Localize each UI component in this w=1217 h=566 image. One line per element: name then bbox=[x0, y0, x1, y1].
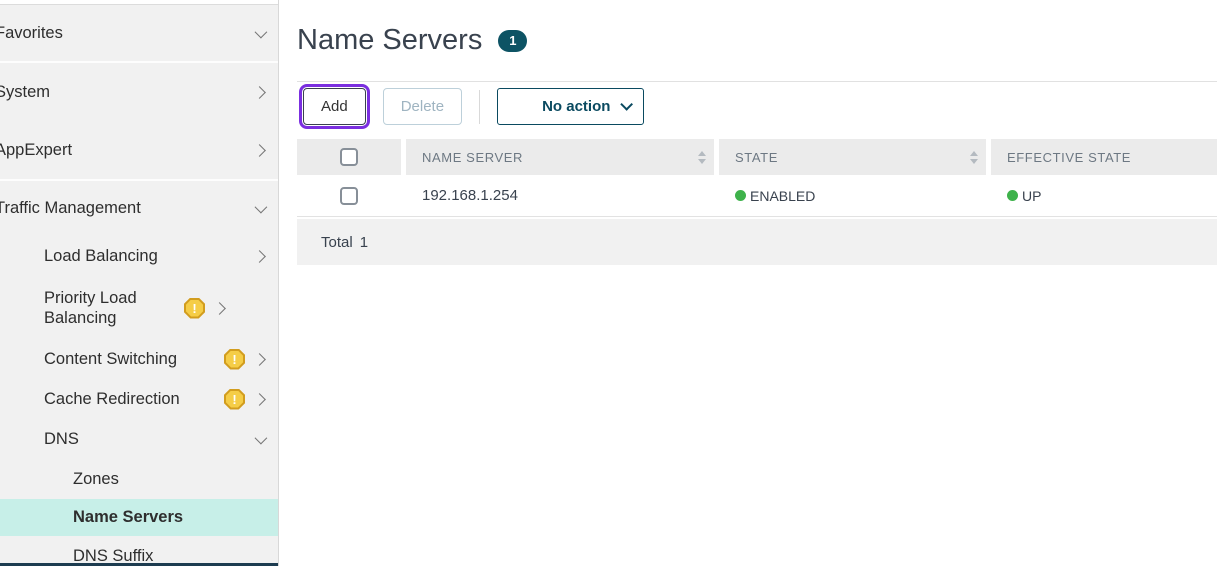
sidebar-item-content-switching[interactable]: Content Switching ! bbox=[0, 339, 278, 379]
total-label: Total bbox=[321, 234, 353, 251]
sidebar-item-label: Zones bbox=[73, 470, 264, 489]
sidebar-navigation: Favorites System AppExpert Traffic Manag… bbox=[0, 0, 279, 566]
sidebar-item-label: DNS bbox=[44, 430, 245, 449]
sidebar-item-dns[interactable]: DNS bbox=[0, 419, 278, 459]
sidebar-item-label: System bbox=[0, 83, 245, 102]
no-action-label: No action bbox=[542, 98, 610, 115]
sidebar-item-traffic-management[interactable]: Traffic Management bbox=[0, 181, 278, 235]
sidebar-item-label: AppExpert bbox=[0, 141, 245, 160]
toolbar-divider bbox=[479, 90, 480, 124]
delete-button[interactable]: Delete bbox=[383, 88, 462, 125]
select-all-header-cell bbox=[297, 139, 401, 175]
column-header-label: NAME SERVER bbox=[422, 150, 523, 165]
column-header-label: EFFECTIVE STATE bbox=[1007, 150, 1131, 165]
sidebar-item-cache-redirection[interactable]: Cache Redirection ! bbox=[0, 379, 278, 419]
sidebar-item-appexpert[interactable]: AppExpert bbox=[0, 121, 278, 179]
sort-icon[interactable] bbox=[698, 151, 706, 164]
warning-icon: ! bbox=[224, 389, 245, 410]
add-button[interactable]: Add bbox=[303, 88, 366, 125]
select-all-checkbox[interactable] bbox=[340, 148, 358, 166]
no-action-dropdown[interactable]: No action bbox=[497, 88, 644, 125]
sidebar-item-dns-suffix[interactable]: DNS Suffix bbox=[0, 536, 278, 566]
sidebar-item-system[interactable]: System bbox=[0, 63, 278, 121]
row-select-cell bbox=[297, 175, 401, 216]
chevron-down-icon bbox=[255, 200, 268, 213]
sidebar-item-load-balancing[interactable]: Load Balancing bbox=[0, 235, 278, 277]
chevron-down-icon bbox=[255, 25, 268, 38]
sort-icon[interactable] bbox=[970, 151, 978, 164]
chevron-right-icon bbox=[253, 353, 266, 366]
name-servers-table: NAME SERVER STATE EFFECTIVE STATE 192.16… bbox=[297, 139, 1217, 265]
column-header-state[interactable]: STATE bbox=[719, 139, 986, 175]
page-header: Name Servers 1 bbox=[297, 24, 527, 57]
table-footer: Total 1 bbox=[297, 219, 1217, 265]
table-row[interactable]: 192.168.1.254 ENABLED UP bbox=[297, 175, 1217, 217]
sidebar-item-favorites[interactable]: Favorites bbox=[0, 5, 278, 61]
chevron-right-icon bbox=[213, 302, 226, 315]
toolbar: Add Delete No action bbox=[297, 88, 644, 125]
count-badge: 1 bbox=[498, 30, 527, 52]
total-value: 1 bbox=[360, 234, 368, 251]
sidebar-item-priority-load-balancing[interactable]: Priority Load Balancing ! bbox=[0, 277, 278, 339]
table-header-row: NAME SERVER STATE EFFECTIVE STATE bbox=[297, 139, 1217, 175]
warning-icon: ! bbox=[224, 349, 245, 370]
sidebar-item-label: Name Servers bbox=[73, 508, 264, 527]
sidebar-item-label: Load Balancing bbox=[44, 247, 245, 266]
chevron-right-icon bbox=[253, 393, 266, 406]
sidebar-item-label: Cache Redirection bbox=[44, 390, 216, 409]
header-divider bbox=[297, 81, 1217, 82]
column-header-name-server[interactable]: NAME SERVER bbox=[406, 139, 714, 175]
chevron-right-icon bbox=[253, 250, 266, 263]
chevron-right-icon bbox=[253, 86, 266, 99]
sidebar-item-label: Content Switching bbox=[44, 350, 216, 369]
effective-state-value: UP bbox=[1022, 188, 1041, 204]
sidebar-item-zones[interactable]: Zones bbox=[0, 459, 278, 499]
chevron-down-icon bbox=[621, 98, 634, 111]
effective-state-cell: UP bbox=[991, 175, 1217, 216]
state-value: ENABLED bbox=[750, 188, 815, 204]
warning-icon: ! bbox=[184, 298, 205, 319]
main-content: Name Servers 1 Add Delete No action NAME… bbox=[279, 0, 1217, 566]
chevron-right-icon bbox=[253, 144, 266, 157]
sidebar-item-label: Traffic Management bbox=[0, 199, 245, 218]
sidebar-item-label: Favorites bbox=[0, 24, 245, 43]
state-cell: ENABLED bbox=[719, 175, 986, 216]
page-title: Name Servers bbox=[297, 24, 482, 57]
column-header-label: STATE bbox=[735, 150, 778, 165]
status-dot-green bbox=[735, 190, 746, 201]
name-server-cell: 192.168.1.254 bbox=[406, 175, 714, 216]
status-dot-green bbox=[1007, 190, 1018, 201]
sidebar-item-label: Priority Load Balancing bbox=[44, 288, 176, 328]
sidebar-item-name-servers[interactable]: Name Servers bbox=[0, 499, 278, 536]
column-header-effective-state[interactable]: EFFECTIVE STATE bbox=[991, 139, 1217, 175]
chevron-down-icon bbox=[255, 431, 268, 444]
row-checkbox[interactable] bbox=[340, 187, 358, 205]
